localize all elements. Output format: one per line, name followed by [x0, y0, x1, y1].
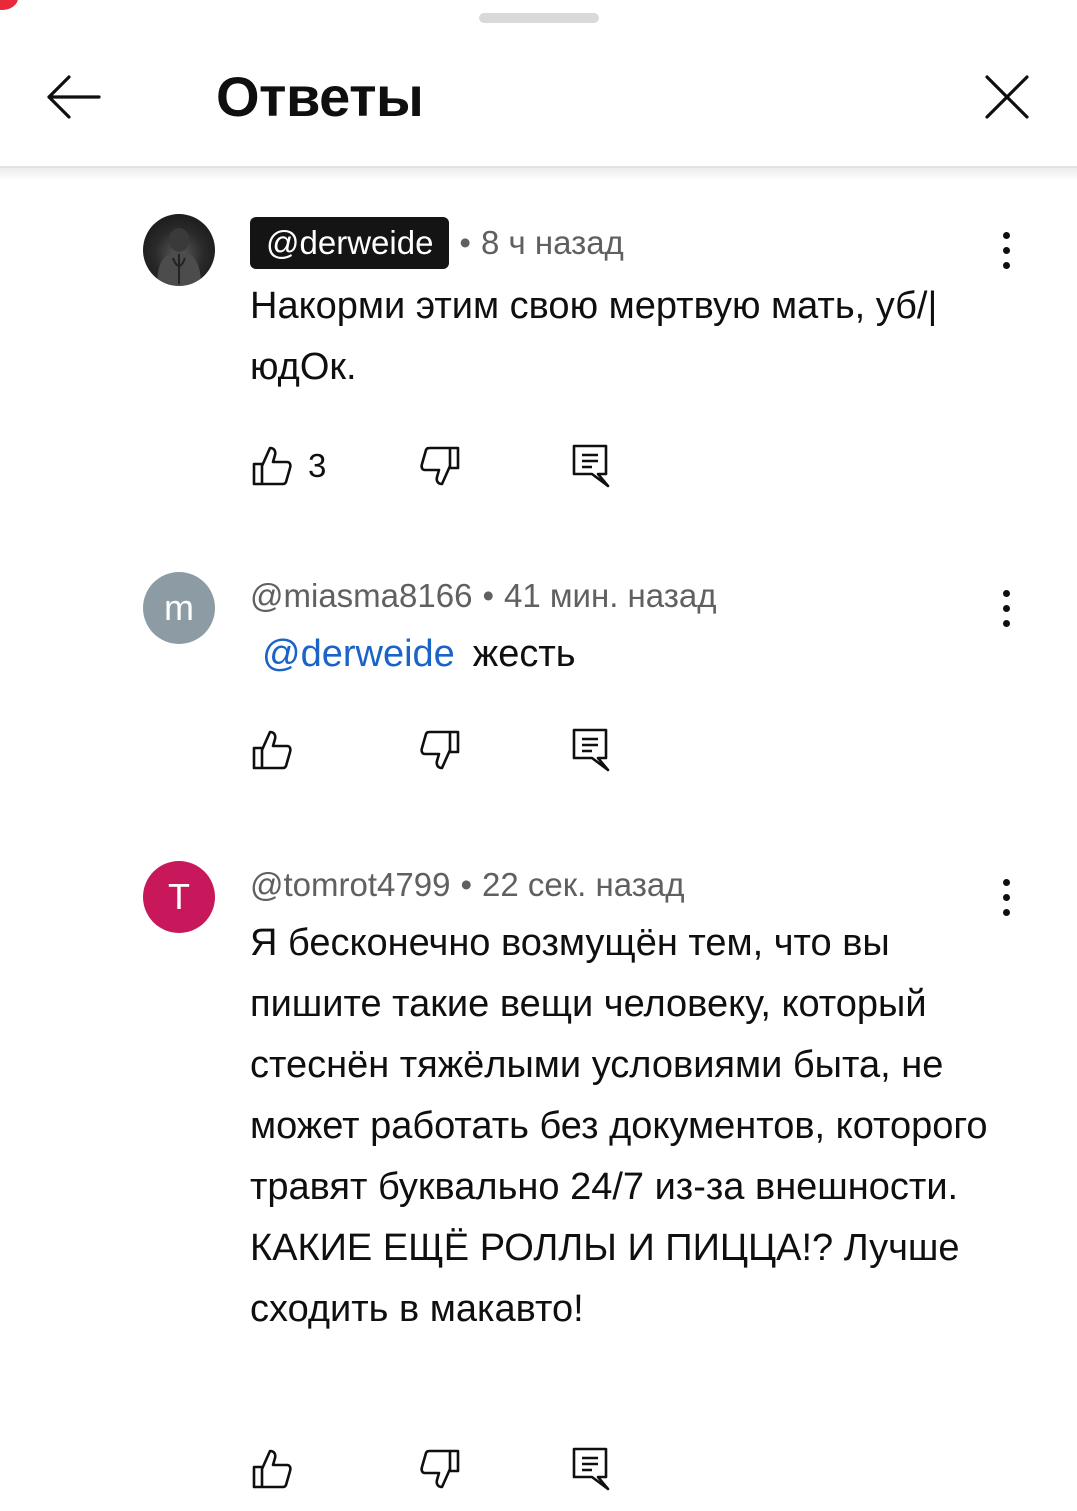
close-button[interactable]: [972, 62, 1042, 132]
close-icon: [983, 73, 1031, 121]
avatar[interactable]: m: [143, 572, 215, 644]
like-button[interactable]: 3: [250, 436, 326, 496]
author-handle[interactable]: @derweide: [250, 217, 450, 269]
more-vertical-icon: [1002, 589, 1010, 597]
separator-dot: •: [459, 224, 471, 261]
reply-comment-icon: [568, 1445, 612, 1493]
reply-button[interactable]: [568, 436, 612, 496]
arrow-left-icon: [45, 73, 101, 121]
dislike-button[interactable]: [418, 1439, 462, 1499]
avatar-letter: m: [164, 587, 194, 628]
reply-comment-icon: [568, 726, 612, 774]
comment-meta: @derweide • 8 ч назад: [250, 215, 624, 271]
comment-actions: [250, 720, 650, 780]
separator-dot: •: [460, 866, 472, 903]
mention-link[interactable]: @derweide: [262, 633, 455, 675]
comment-time: 22 сек. назад: [482, 866, 685, 903]
reply-button[interactable]: [568, 720, 612, 780]
author-handle[interactable]: @miasma8166: [250, 577, 472, 615]
comment-meta: @tomrot4799 • 22 сек. назад: [250, 857, 684, 913]
like-count: 3: [308, 447, 327, 484]
back-button[interactable]: [38, 64, 108, 130]
notification-dot: [0, 0, 18, 10]
like-button[interactable]: [250, 1439, 294, 1499]
thumbs-up-icon: [250, 1447, 294, 1491]
more-vertical-icon: [1002, 878, 1010, 886]
comment-time: 41 мин. назад: [504, 577, 717, 614]
comment-actions: [250, 1439, 650, 1499]
dislike-button[interactable]: [418, 436, 462, 496]
comment-meta: @miasma8166 • 41 мин. назад: [250, 568, 717, 624]
header: Ответы: [0, 40, 1077, 156]
header-divider: [0, 166, 1077, 180]
sheet-drag-handle[interactable]: [479, 13, 599, 23]
thumbs-up-icon: [250, 444, 294, 488]
dislike-button[interactable]: [418, 720, 462, 780]
author-handle[interactable]: @tomrot4799: [250, 866, 450, 904]
comment-actions: 3: [250, 436, 650, 496]
reply-comment-icon: [568, 442, 612, 490]
more-button[interactable]: [986, 220, 1026, 280]
comment-text: @derweide жесть: [250, 624, 1010, 685]
avatar-letter: T: [168, 876, 190, 917]
like-button[interactable]: [250, 720, 294, 780]
avatar[interactable]: T: [143, 861, 215, 933]
comment-time: 8 ч назад: [480, 224, 624, 261]
thumbs-down-icon: [418, 444, 462, 488]
page-title: Ответы: [216, 65, 424, 128]
more-vertical-icon: [1002, 231, 1010, 239]
comment-text: Я бесконечно возмущён тем, что вы пишите…: [250, 922, 988, 1330]
comment-body: жесть: [472, 633, 576, 675]
comment-text: Накорми этим свою мертвую мать, уб/|юдОк…: [250, 285, 938, 388]
more-button[interactable]: [986, 867, 1026, 927]
reply-button[interactable]: [568, 1439, 612, 1499]
thumbs-down-icon: [418, 1447, 462, 1491]
avatar[interactable]: [143, 214, 215, 286]
thumbs-down-icon: [418, 728, 462, 772]
separator-dot: •: [482, 577, 494, 614]
thumbs-up-icon: [250, 728, 294, 772]
